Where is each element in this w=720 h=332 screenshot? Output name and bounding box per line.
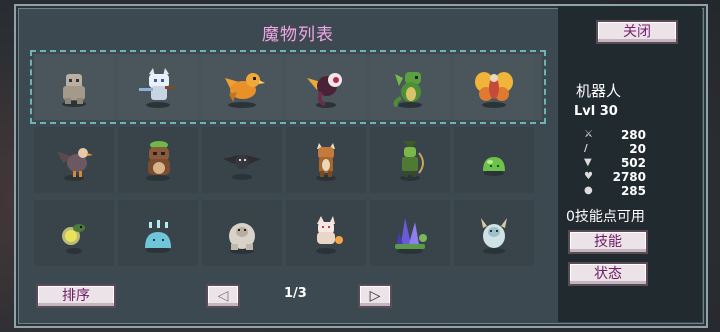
monster-slot[interactable] <box>454 200 534 266</box>
monster-slot[interactable] <box>202 54 282 120</box>
water-slime-icon <box>145 220 171 253</box>
team-row <box>30 50 546 124</box>
monster-grid <box>30 50 546 273</box>
fox-spirit-icon <box>316 216 343 254</box>
goblin-archer-icon <box>400 141 424 181</box>
stat-health: ♥ 2780 <box>584 170 646 184</box>
stat-magic: / 20 <box>584 142 646 156</box>
monster-row <box>34 127 542 193</box>
crystal-snail-icon <box>395 218 427 254</box>
green-slime-icon <box>483 157 505 176</box>
monster-slot[interactable] <box>454 54 534 120</box>
monster-slot[interactable] <box>202 200 282 266</box>
stat-list: ⚔ 280 / 20 ▼ 502 ♥ 2780 ● 285 <box>584 128 646 198</box>
next-page-button[interactable]: ▷ <box>358 284 392 308</box>
frost-yeti-icon <box>481 218 507 254</box>
stat-value: 2780 <box>612 170 646 184</box>
monster-slot[interactable] <box>286 54 366 120</box>
sword-icon: ⚔ <box>584 129 593 140</box>
monster-slot[interactable] <box>34 127 114 193</box>
monster-slot[interactable] <box>202 127 282 193</box>
sort-button[interactable]: 排序 <box>36 284 116 308</box>
stat-attack: ⚔ 280 <box>584 128 646 142</box>
firefly-icon <box>62 224 85 254</box>
prev-page-button[interactable]: ◁ <box>206 284 240 308</box>
skills-button[interactable]: 技能 <box>568 230 648 254</box>
orange-griffin-icon <box>225 73 265 108</box>
monster-slot[interactable] <box>34 200 114 266</box>
stat-value: 280 <box>620 128 646 142</box>
skill-points-label: 0技能点可用 <box>566 209 645 225</box>
stat-value: 20 <box>629 142 646 156</box>
horned-beast-icon <box>316 143 336 181</box>
stat-value: 285 <box>620 184 646 198</box>
monster-slot[interactable] <box>370 200 450 266</box>
monster-name: 机器人 <box>576 82 622 100</box>
monster-slot[interactable] <box>118 54 198 120</box>
speed-icon: ● <box>584 185 593 196</box>
green-lizard-dragon-icon <box>393 72 422 108</box>
monster-slot[interactable] <box>34 54 114 120</box>
monster-slot[interactable] <box>286 200 366 266</box>
stat-defense: ▼ 502 <box>584 156 646 170</box>
close-button[interactable]: 关闭 <box>596 20 678 44</box>
vulture-icon <box>57 148 93 181</box>
white-ape-icon <box>229 223 255 254</box>
monster-slot[interactable] <box>454 127 534 193</box>
shield-icon: ▼ <box>584 157 592 168</box>
monster-slot[interactable] <box>118 127 198 193</box>
monster-slot[interactable] <box>370 127 450 193</box>
heart-icon: ♥ <box>584 171 593 182</box>
stat-speed: ● 285 <box>584 184 646 198</box>
stat-value: 502 <box>620 156 646 170</box>
eye-bat-icon <box>307 73 342 108</box>
white-cat-swordsman-icon <box>139 68 175 108</box>
monster-slot[interactable] <box>286 127 366 193</box>
status-button[interactable]: 状态 <box>568 262 648 286</box>
page-indicator: 1/3 <box>284 286 307 301</box>
fire-moth-icon <box>475 72 513 108</box>
shadow-crow-icon <box>223 155 261 180</box>
monster-slot[interactable] <box>118 200 198 266</box>
monster-row <box>34 200 542 266</box>
monster-slot[interactable] <box>370 54 450 120</box>
staff-icon: / <box>584 143 588 154</box>
stone-golem-icon <box>62 74 86 107</box>
leaf-tanuki-icon <box>146 141 170 181</box>
window-title: 魔物列表 <box>262 25 334 45</box>
monster-level: Lvl 30 <box>574 104 618 119</box>
